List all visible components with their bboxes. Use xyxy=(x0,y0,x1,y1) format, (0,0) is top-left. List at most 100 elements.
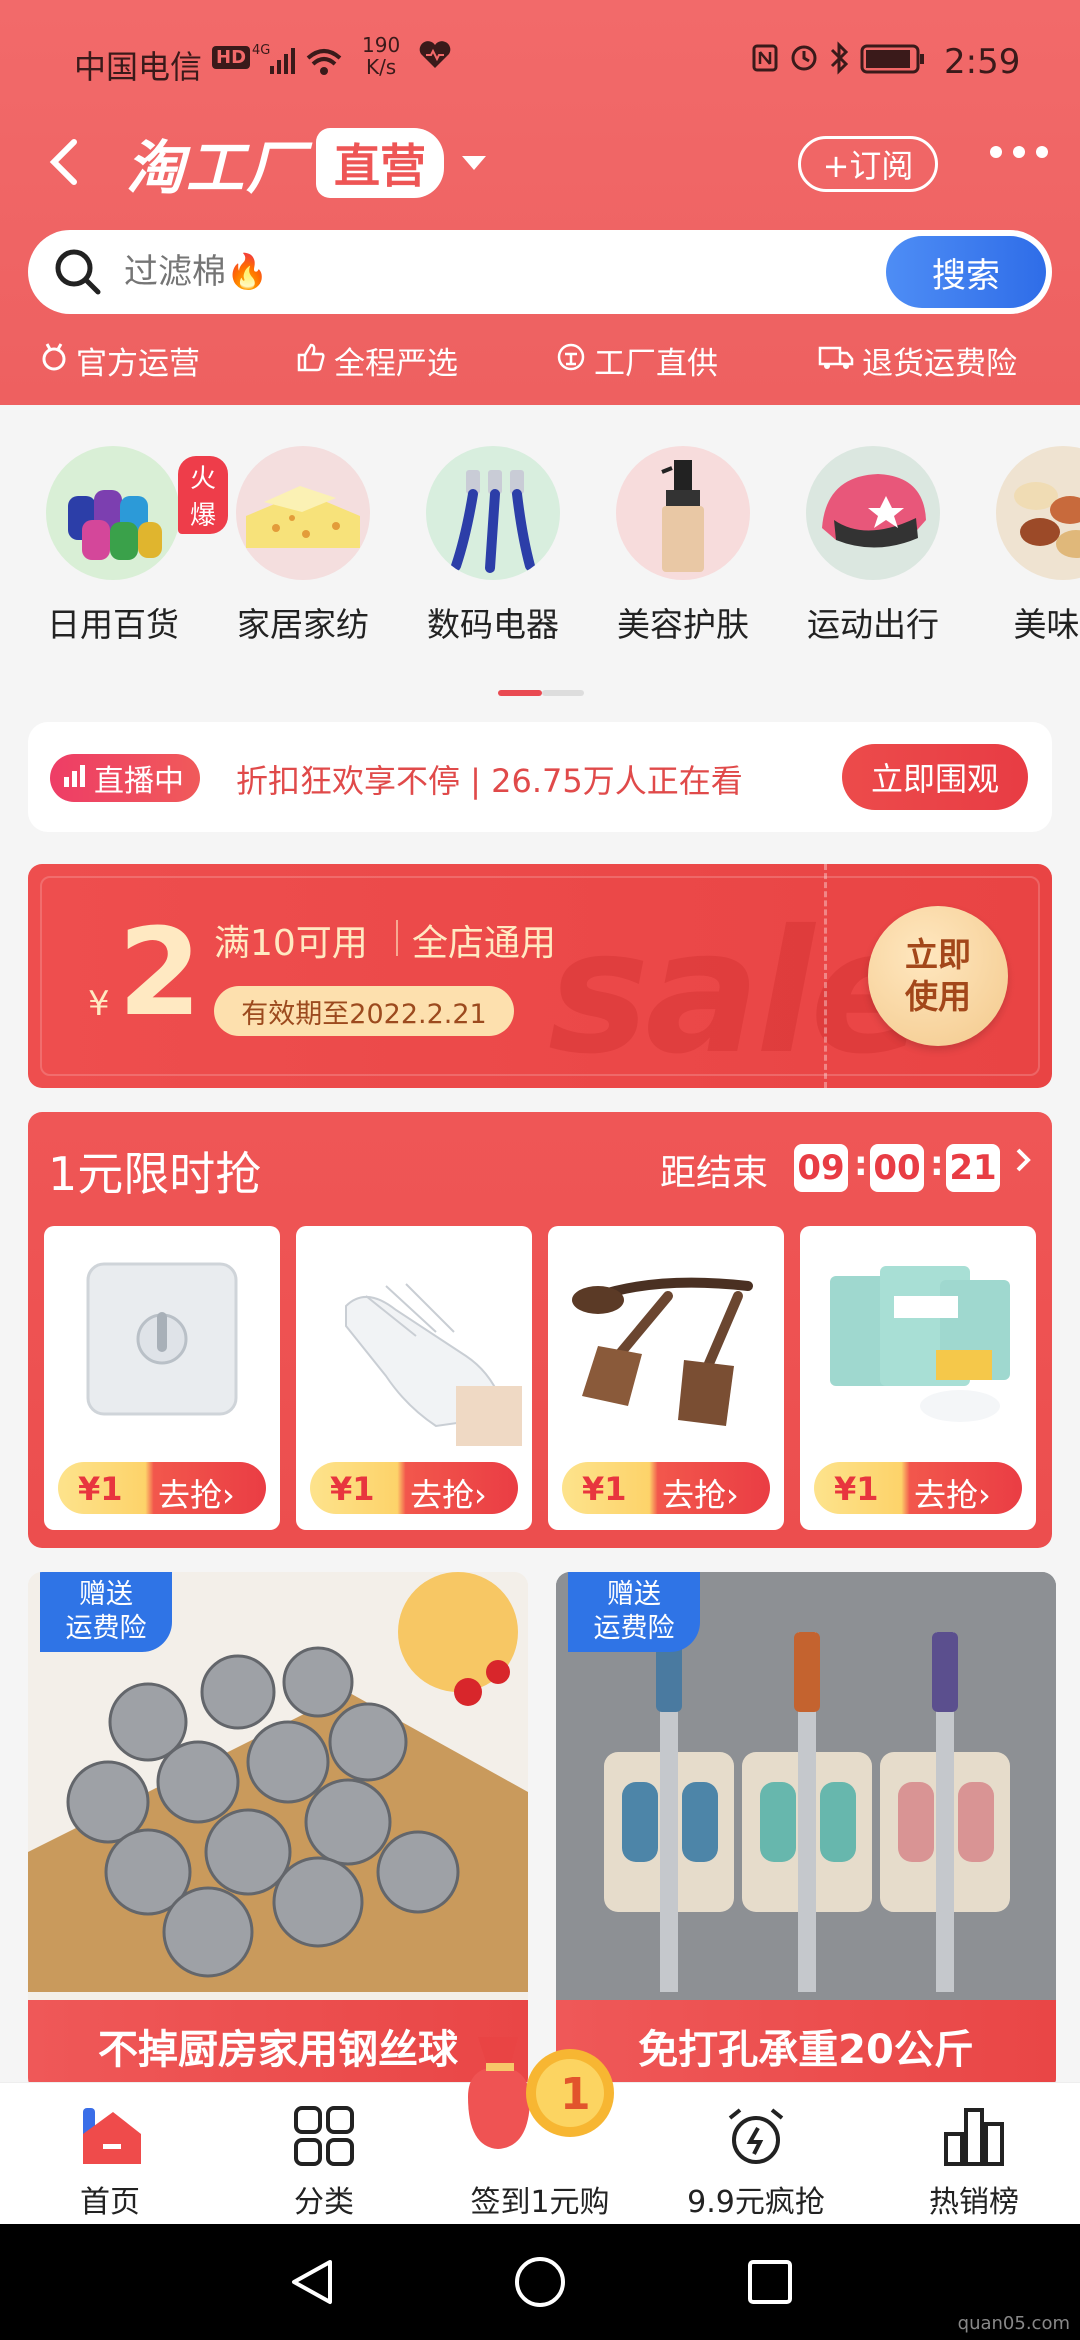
bars-icon xyxy=(62,763,86,793)
feature-official: 官方运营 xyxy=(40,338,200,383)
top-nav: 淘工厂 直营 +订阅 xyxy=(0,128,1080,208)
category-food[interactable]: 美味食 xyxy=(968,446,1080,646)
product-image-hook xyxy=(54,1236,270,1446)
system-navigation-bar: quan05.com xyxy=(0,2224,1080,2340)
carrier-name: 中国电信 xyxy=(74,48,203,86)
shipping-insurance-badge: 赠送 运费险 xyxy=(568,1572,700,1652)
category-image xyxy=(236,446,370,580)
category-image xyxy=(996,446,1080,580)
category-image xyxy=(616,446,750,580)
hot-badge: 火爆 xyxy=(178,456,229,534)
logo-tag: 直营 xyxy=(316,128,445,198)
product-image-cleaner xyxy=(810,1236,1026,1446)
coupon-currency: ¥ xyxy=(88,984,110,1024)
tab-bestseller[interactable]: 热销榜 xyxy=(874,2101,1074,2221)
product-image-spatulas xyxy=(558,1236,774,1446)
price-tag[interactable]: ¥1 去抢› xyxy=(562,1462,770,1514)
category-row: 火爆 日用百货 家居家纺 数码电器 美容护肤 运动出行 美味 xyxy=(0,420,1080,650)
category-image xyxy=(806,446,940,580)
bar-chart-icon xyxy=(874,2101,1074,2171)
live-banner[interactable]: 直播中 折扣狂欢享不停 | 26.75万人正在看 立即围观 xyxy=(28,722,1052,832)
more-icon[interactable] xyxy=(988,132,1050,182)
feature-selected: 全程严选 xyxy=(296,338,458,383)
alarm-clock-icon xyxy=(656,2101,856,2171)
flash-product-card[interactable]: ¥1 去抢› xyxy=(44,1226,280,1530)
search-button[interactable]: 搜索 xyxy=(886,236,1046,308)
site-watermark: quan05.com xyxy=(957,2313,1070,2334)
thumb-up-icon xyxy=(296,342,326,380)
lucky-bag-icon: 1 xyxy=(468,2037,614,2149)
chevron-down-icon[interactable] xyxy=(462,156,487,170)
product-tile-title: 免打孔承重20公斤 xyxy=(556,2000,1056,2092)
feature-return-insurance: 退货运费险 xyxy=(818,338,1017,383)
store-logo[interactable]: 淘工厂 直营 xyxy=(126,128,487,202)
clock: 2:59 xyxy=(944,42,1021,82)
network-type: 4G xyxy=(252,43,270,58)
recents-square-icon[interactable] xyxy=(742,2254,798,2314)
category-home-textile[interactable]: 家居家纺 xyxy=(208,446,398,646)
flash-product-card[interactable]: ¥1 去抢› xyxy=(296,1226,532,1530)
bluetooth-icon xyxy=(830,41,849,75)
live-text: 折扣狂欢享不停 | 26.75万人正在看 xyxy=(236,762,743,800)
back-triangle-icon[interactable] xyxy=(284,2254,340,2314)
product-tile-title: 不掉厨房家用钢丝球 xyxy=(28,2000,528,2092)
status-bar: 中国电信 HD 4G 190 K/s 2:59 xyxy=(0,30,1080,90)
product-tile[interactable]: 赠送 运费险 不掉厨房家用钢丝球 xyxy=(28,1572,528,2092)
medal-icon xyxy=(40,342,68,380)
coupon-card: sale ¥ 2 满10可用 全店通用 有效期至2022.2.21 立即 使用 xyxy=(28,864,1052,1088)
truck-icon xyxy=(818,342,854,380)
coupon-scope: 全店通用 xyxy=(412,923,557,964)
category-daily[interactable]: 火爆 日用百货 xyxy=(18,446,229,646)
heart-icon xyxy=(418,40,452,78)
flash-sale-title: 1元限时抢 xyxy=(48,1147,262,1201)
coupon-condition: 满10可用 xyxy=(214,923,368,964)
feature-factory: 工厂直供 xyxy=(556,338,718,383)
search-icon xyxy=(48,242,108,302)
tab-home[interactable]: 首页 xyxy=(10,2101,210,2221)
category-digital[interactable]: 数码电器 xyxy=(398,446,588,646)
price-tag[interactable]: ¥1 去抢› xyxy=(814,1462,1022,1514)
search-input[interactable] xyxy=(124,244,764,300)
live-badge: 直播中 xyxy=(50,754,200,802)
chevron-right-icon[interactable] xyxy=(1014,1142,1034,1187)
back-icon[interactable] xyxy=(44,134,84,194)
signal-icon: 4G xyxy=(252,40,348,88)
flash-sale-section: 1元限时抢 距结束 09 : 00 : 21 ¥1 去抢› ¥1 去抢› ¥1 … xyxy=(28,1112,1052,1548)
flash-product-card[interactable]: ¥1 去抢› xyxy=(548,1226,784,1530)
carousel-indicator xyxy=(498,690,584,696)
home-icon xyxy=(10,2101,210,2171)
category-sports[interactable]: 运动出行 xyxy=(778,446,968,646)
product-tile[interactable]: 赠送 运费险 免打孔承重20公斤 xyxy=(556,1572,1056,2092)
hd-badge: HD xyxy=(212,46,251,69)
category-image xyxy=(46,446,180,580)
price-tag[interactable]: ¥1 去抢› xyxy=(58,1462,266,1514)
logo-main-text: 淘工厂 xyxy=(126,134,307,202)
subscribe-button[interactable]: +订阅 xyxy=(798,136,938,192)
feature-strip: 官方运营 全程严选 工厂直供 退货运费险 xyxy=(0,338,1080,388)
countdown-hours: 09 xyxy=(794,1144,848,1192)
system-icons xyxy=(752,40,932,84)
search-bar: 搜索 xyxy=(28,230,1052,314)
grid-icon xyxy=(224,2101,424,2171)
category-image xyxy=(426,446,560,580)
price-tag[interactable]: ¥1 去抢› xyxy=(310,1462,518,1514)
countdown-seconds: 21 xyxy=(946,1144,1000,1192)
home-circle-icon[interactable] xyxy=(512,2254,568,2314)
bottom-tab-bar: 首页 分类 签到1元购 1 9.9元疯抢 热销榜 xyxy=(0,2037,1080,2224)
category-beauty[interactable]: 美容护肤 xyxy=(588,446,778,646)
svg-text:1: 1 xyxy=(560,2069,591,2120)
factory-icon xyxy=(556,342,586,380)
watch-now-button[interactable]: 立即围观 xyxy=(842,744,1028,810)
product-image-gloves xyxy=(306,1236,522,1446)
coupon-validity: 有效期至2022.2.21 xyxy=(214,986,514,1036)
use-coupon-button[interactable]: 立即 使用 xyxy=(868,906,1008,1046)
flash-product-card[interactable]: ¥1 去抢› xyxy=(800,1226,1036,1530)
coupon-amount: 2 xyxy=(118,904,202,1043)
countdown-label: 距结束 xyxy=(660,1153,769,1194)
sale-watermark: sale xyxy=(548,894,925,1088)
network-speed: 190 K/s xyxy=(362,33,401,79)
countdown-minutes: 00 xyxy=(870,1144,924,1192)
tab-flash-9-9[interactable]: 9.9元疯抢 xyxy=(656,2101,856,2221)
tab-category[interactable]: 分类 xyxy=(224,2101,424,2221)
shipping-insurance-badge: 赠送 运费险 xyxy=(40,1572,172,1652)
